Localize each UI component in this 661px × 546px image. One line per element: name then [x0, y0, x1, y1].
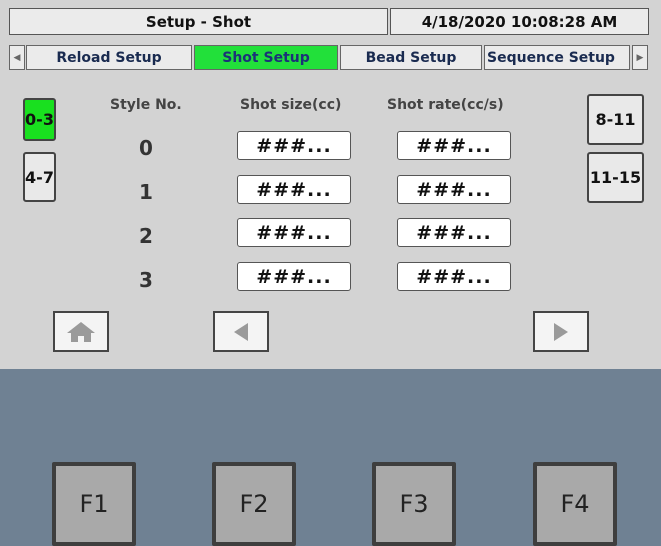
tab-sequence-setup[interactable]: Sequence Setup	[484, 45, 630, 70]
style-number-label: 3	[139, 268, 153, 292]
range-button-8-11[interactable]: 8-11	[587, 94, 644, 145]
tab-scroll-right-button[interactable]: ▶	[632, 45, 648, 70]
tab-bead-setup[interactable]: Bead Setup	[340, 45, 482, 70]
datetime-display: 4/18/2020 10:08:28 AM	[390, 8, 649, 35]
triangle-left-icon: ◀	[13, 52, 21, 63]
home-icon	[67, 321, 95, 342]
shot-size-field[interactable]: ###...	[237, 262, 351, 291]
shot-size-field[interactable]: ###...	[237, 218, 351, 247]
triangle-left-icon	[234, 322, 248, 341]
tab-scroll-left-button[interactable]: ◀	[9, 45, 25, 70]
triangle-right-icon	[554, 322, 568, 341]
hmi-screen: Setup - Shot 4/18/2020 10:08:28 AM ◀ Rel…	[0, 0, 661, 369]
range-button-0-3[interactable]: 0-3	[23, 98, 56, 141]
shot-size-field[interactable]: ###...	[237, 175, 351, 204]
tab-shot-setup[interactable]: Shot Setup	[194, 45, 338, 70]
triangle-right-icon: ▶	[636, 52, 644, 63]
tab-bar: ◀ Reload Setup Shot Setup Bead Setup Seq…	[9, 45, 649, 70]
function-key-f2[interactable]: F2	[212, 462, 296, 546]
tab-reload-setup[interactable]: Reload Setup	[26, 45, 192, 70]
style-number-label: 2	[139, 224, 153, 248]
page-title: Setup - Shot	[9, 8, 388, 35]
range-button-4-7[interactable]: 4-7	[23, 152, 56, 202]
column-header-shot-size: Shot size(cc)	[240, 97, 342, 113]
shot-size-field[interactable]: ###...	[237, 131, 351, 160]
column-header-style-no: Style No.	[110, 97, 182, 113]
home-button[interactable]	[53, 311, 109, 352]
function-key-f4[interactable]: F4	[533, 462, 617, 546]
function-key-f3[interactable]: F3	[372, 462, 456, 546]
style-number-label: 0	[139, 136, 153, 160]
shot-rate-field[interactable]: ###...	[397, 175, 511, 204]
function-key-f1[interactable]: F1	[52, 462, 136, 546]
shot-rate-field[interactable]: ###...	[397, 262, 511, 291]
column-header-shot-rate: Shot rate(cc/s)	[387, 97, 504, 113]
forward-button[interactable]	[533, 311, 589, 352]
style-number-label: 1	[139, 180, 153, 204]
range-button-11-15[interactable]: 11-15	[587, 152, 644, 203]
shot-rate-field[interactable]: ###...	[397, 218, 511, 247]
shot-rate-field[interactable]: ###...	[397, 131, 511, 160]
back-button[interactable]	[213, 311, 269, 352]
